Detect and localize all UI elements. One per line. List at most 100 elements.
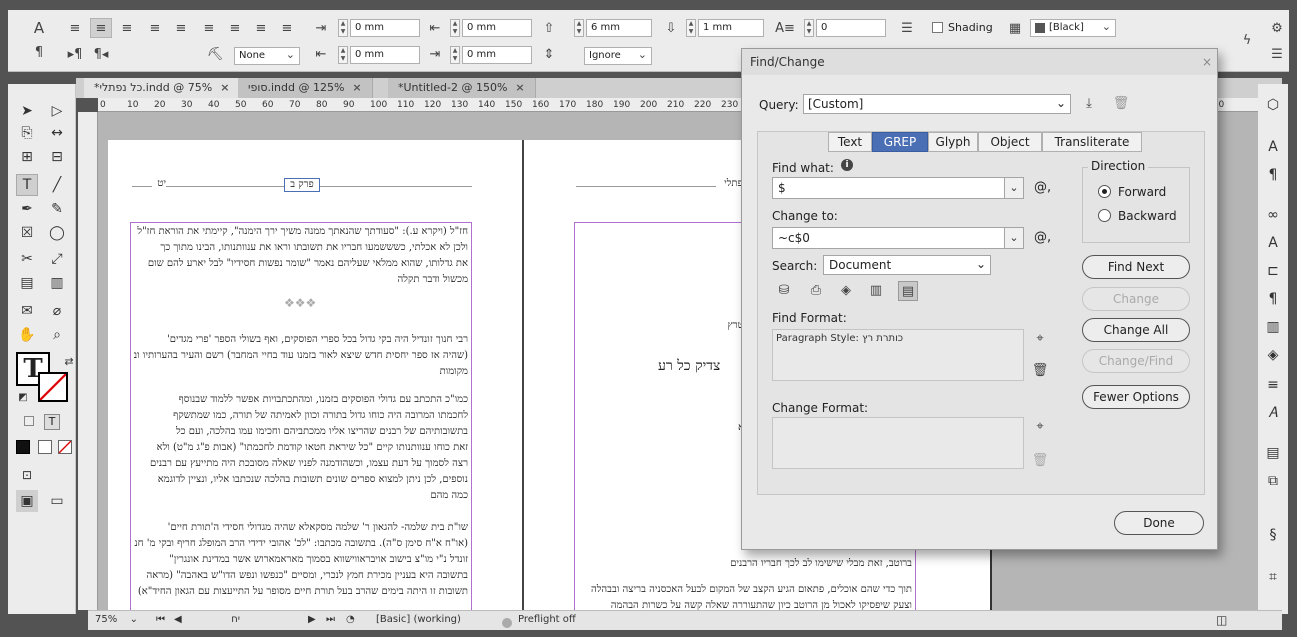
tab-grep[interactable]: GREP [872, 132, 928, 152]
character-panel-icon[interactable]: A [1262, 136, 1284, 158]
transform-panel-icon[interactable]: ⌗ [1262, 566, 1284, 588]
character-formatting-icon[interactable]: A [28, 18, 50, 38]
gap-tool-icon[interactable]: ↔ [46, 122, 68, 144]
include-hidden-layers-icon[interactable]: ◈ [836, 281, 856, 301]
close-icon[interactable]: × [220, 81, 229, 94]
align-right-icon[interactable]: ≡ [116, 18, 138, 38]
justify-center-icon[interactable]: ≡ [170, 18, 192, 38]
specify-find-format-icon[interactable]: ⌖ [1030, 329, 1050, 349]
justify-right-icon[interactable]: ≡ [198, 18, 220, 38]
layers-panel-icon[interactable]: ◈ [1262, 344, 1284, 366]
bulleted-list-icon[interactable]: ☰ [896, 18, 918, 38]
paragraph-formatting-icon[interactable]: ¶ [28, 42, 50, 62]
close-icon[interactable]: × [1199, 55, 1215, 69]
left-indent-stepper[interactable]: ▲ ▼ [338, 19, 348, 37]
right-indent-field[interactable]: 0 mm [462, 19, 532, 37]
align-panel-icon[interactable]: ⊏ [1262, 260, 1284, 282]
gear-icon[interactable]: ⚙ [1266, 18, 1288, 38]
tab-document-2[interactable]: סופי.indd @ 125% × [238, 78, 373, 98]
include-footnotes-icon[interactable]: ▤ [898, 281, 918, 301]
gradient-swatch-icon[interactable]: ▤ [16, 272, 38, 294]
save-query-icon[interactable]: ⤓ [1079, 94, 1099, 114]
info-icon[interactable]: i [841, 159, 853, 171]
tab-transliterate[interactable]: Transliterate [1042, 132, 1142, 152]
change-format-box[interactable] [772, 417, 1024, 469]
search-scope-dropdown[interactable]: Document ⌄ [823, 255, 991, 275]
chapter-header-text[interactable]: פרק ב [284, 178, 320, 192]
specify-change-format-icon[interactable]: ⌖ [1030, 417, 1050, 437]
space-before-stepper[interactable]: ▲ ▼ [574, 19, 584, 37]
align-left-icon[interactable]: ≡ [64, 18, 86, 38]
content-placer-icon[interactable]: ⊟ [46, 146, 68, 168]
done-button[interactable]: Done [1114, 511, 1204, 535]
next-page-icon[interactable]: ▶ [308, 614, 316, 625]
pencil-tool-icon[interactable]: ✎ [46, 198, 68, 220]
space-after-field[interactable]: 1 mm [698, 19, 764, 37]
find-format-box[interactable]: Paragraph Style: כותרת רץ [772, 329, 1024, 381]
free-transform-icon[interactable]: ⤢ [46, 248, 68, 270]
paragraph-panel-icon[interactable]: ¶ [1262, 164, 1284, 186]
tab-document-3[interactable]: *Untitled-2 @ 150% × [388, 78, 536, 98]
right-indent-stepper[interactable]: ▲ ▼ [450, 19, 460, 37]
change-all-button[interactable]: Change All [1082, 318, 1190, 342]
content-collector-icon[interactable]: ⊞ [16, 146, 38, 168]
special-chars-find-button[interactable]: @, [1034, 180, 1051, 195]
text-wrap-icon[interactable]: ▤ [1262, 442, 1284, 464]
formatting-text-icon[interactable]: T [44, 414, 60, 430]
clear-find-format-icon[interactable]: 🗑 [1030, 361, 1050, 381]
character-styles-icon[interactable]: A [1262, 232, 1284, 254]
master-icon[interactable]: ◔ [346, 614, 355, 625]
stroke-panel-icon[interactable]: ≡ [1262, 374, 1284, 396]
space-after-stepper[interactable]: ▲ ▼ [686, 19, 696, 37]
close-icon[interactable]: × [515, 81, 524, 94]
drop-cap-field[interactable]: 0 [816, 19, 886, 37]
pages-panel-icon[interactable]: ⬡ [1262, 94, 1284, 116]
direct-selection-icon[interactable]: ▷ [46, 100, 68, 122]
change-to-history-dropdown[interactable]: ⌄ [1004, 227, 1024, 249]
line-tool-icon[interactable]: ╱ [46, 174, 68, 196]
backward-radio[interactable] [1098, 209, 1111, 222]
justify-all-icon[interactable]: ≡ [224, 18, 246, 38]
first-indent-field[interactable]: 0 mm [350, 46, 420, 64]
previous-page-icon[interactable]: ◀ [174, 614, 182, 625]
zoom-dropdown[interactable]: 75% ⌄ [92, 614, 142, 628]
page-tool-icon[interactable]: ⎘ [16, 122, 38, 144]
align-towards-spine-icon[interactable]: ≡ [250, 18, 272, 38]
pen-tool-icon[interactable]: ✒ [16, 198, 38, 220]
include-locked-stories-icon[interactable]: ⎙ [806, 281, 826, 301]
justify-left-icon[interactable]: ≡ [144, 18, 166, 38]
apply-none-icon[interactable] [58, 440, 72, 454]
find-next-button[interactable]: Find Next [1082, 255, 1190, 279]
shading-swatch-icon[interactable]: ▦ [1004, 18, 1026, 38]
drop-cap-stepper[interactable]: ▲ ▼ [804, 19, 814, 37]
scripts-panel-icon[interactable]: § [1262, 524, 1284, 546]
stroke-swatch-icon[interactable] [38, 372, 68, 402]
bullets-style-icon[interactable]: ⛏ [204, 44, 226, 64]
page-number-field[interactable]: יח [200, 614, 240, 625]
forward-radio[interactable] [1098, 185, 1111, 198]
last-indent-field[interactable]: 0 mm [462, 46, 532, 64]
normal-view-icon[interactable]: ▣ [16, 490, 38, 512]
apply-gradient-icon[interactable] [38, 440, 52, 454]
close-icon[interactable]: × [352, 81, 361, 94]
selection-tool-icon[interactable]: ➤ [16, 100, 38, 122]
rectangle-frame-icon[interactable]: ☒ [16, 222, 38, 244]
find-what-input[interactable]: $ [772, 177, 1006, 199]
split-window-icon[interactable]: ◫ [1216, 613, 1227, 627]
zoom-tool-icon[interactable]: ⌕ [46, 324, 68, 346]
rtl-paragraph-icon[interactable]: ¶◂ [90, 44, 112, 64]
swap-fill-stroke-icon[interactable]: ⇄ [58, 350, 80, 372]
links-panel-icon[interactable]: ∞ [1262, 204, 1284, 226]
apply-color-icon[interactable] [16, 440, 30, 454]
first-page-icon[interactable]: ⏮ [156, 614, 165, 625]
type-tool-icon[interactable]: T [16, 174, 38, 196]
master-page-dropdown[interactable]: [Basic] (working) [376, 614, 461, 625]
gradient-feather-icon[interactable]: ▥ [46, 272, 68, 294]
first-indent-stepper[interactable]: ▲ ▼ [338, 46, 348, 64]
left-indent-field[interactable]: 0 mm [350, 19, 420, 37]
ltr-paragraph-icon[interactable]: ▸¶ [64, 44, 86, 64]
bullet-style-dropdown[interactable]: None [234, 47, 300, 65]
tab-text[interactable]: Text [828, 132, 872, 152]
special-chars-change-button[interactable]: @, [1034, 230, 1051, 245]
eyedropper-icon[interactable]: ⌀ [46, 300, 68, 322]
